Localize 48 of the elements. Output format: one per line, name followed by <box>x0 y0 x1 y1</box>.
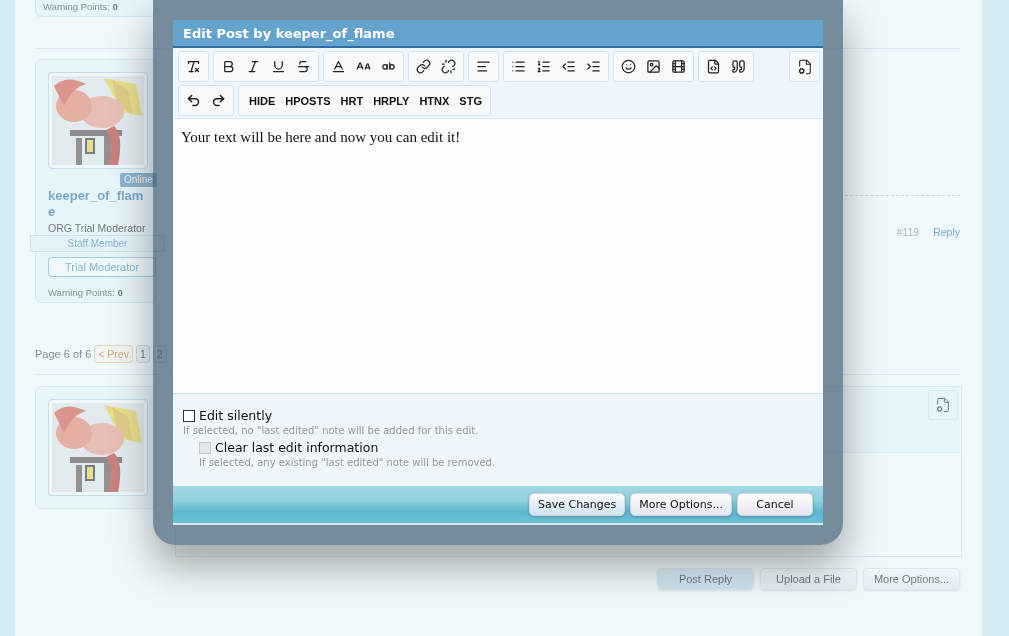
bbcode-button[interactable]: HIDE <box>245 87 280 114</box>
option-label: Edit silently <box>199 408 273 423</box>
user-title: ORG Trial Moderator <box>48 222 147 234</box>
reply-action-button[interactable]: More Options... <box>863 568 960 590</box>
bbcode-button[interactable]: HRPLY <box>369 87 414 114</box>
image-icon <box>646 59 661 74</box>
reply-action-button[interactable]: Upload a File <box>760 568 857 590</box>
quote-icon <box>731 59 746 74</box>
editor-area[interactable]: Your text will be here and now you can edit it! <box>173 119 823 393</box>
toggle-source-button[interactable] <box>928 390 958 420</box>
link-icon <box>416 59 431 74</box>
bbcode-button[interactable]: HRT <box>336 87 368 114</box>
bbcode-button[interactable]: HTNX <box>415 87 454 114</box>
dialog-button[interactable]: Cancel <box>737 493 813 516</box>
warning-points-label: Warning Points: <box>43 1 110 12</box>
page-link[interactable]: 1 <box>135 345 150 363</box>
smilies-icon <box>621 59 636 74</box>
checkbox[interactable] <box>183 409 195 422</box>
warning-points-value: 0 <box>112 1 118 12</box>
italic-icon <box>246 59 261 74</box>
dialog-button[interactable]: More Options... <box>630 493 732 516</box>
remove-format-icon <box>186 59 201 74</box>
code-icon <box>706 59 721 74</box>
undo-icon <box>186 93 201 108</box>
editor-text: Your text will be here and now you can edit it! <box>181 129 462 146</box>
option-hint: If selected, any existing "last edited" note will be removed. <box>199 457 497 468</box>
redo-icon <box>211 93 226 108</box>
dialog-button[interactable]: Save Changes <box>528 493 626 516</box>
warning-points-value: 0 <box>117 287 123 298</box>
underline-icon <box>271 59 286 74</box>
warning-points-label: Warning Points: <box>48 287 115 298</box>
user-banner: Trial Moderator <box>48 257 156 277</box>
outdent-icon <box>561 59 576 74</box>
strikethrough-icon <box>296 59 311 74</box>
bullet-list-icon <box>511 59 526 74</box>
unlink-icon <box>441 59 456 74</box>
media-icon <box>671 59 686 74</box>
align-icon <box>476 59 491 74</box>
option-hint: If selected, no "last edited" note will be added for this edit. <box>183 425 480 436</box>
numbered-list-icon <box>536 59 551 74</box>
dialog-title: Edit Post by keeper_of_flame <box>173 20 823 48</box>
bold-icon <box>221 59 236 74</box>
bbcode-button[interactable]: STG <box>455 87 486 114</box>
page-label: Page 6 of 6 <box>35 348 92 360</box>
option-label: Clear last edit information <box>215 440 379 455</box>
bbcode-button[interactable]: HPOSTS <box>281 87 335 114</box>
indent-icon <box>586 59 601 74</box>
font-color-icon <box>331 59 346 74</box>
